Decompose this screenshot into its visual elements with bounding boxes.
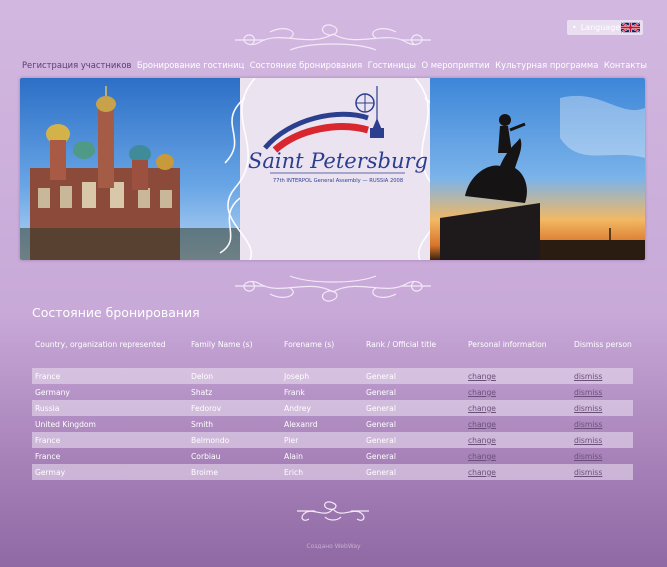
dismiss-link[interactable]: dismiss xyxy=(574,420,602,429)
dismiss-link[interactable]: dismiss xyxy=(574,468,602,477)
cell-forename: Alain xyxy=(284,451,303,461)
nav-item-cultural-program[interactable]: Культурная программа xyxy=(495,60,598,72)
cell-rank: General xyxy=(363,464,465,480)
table-header-row: Country, organization represented Family… xyxy=(32,336,633,352)
cell-dismiss: dismiss xyxy=(571,432,633,448)
cell-family-name: Smith xyxy=(191,419,214,429)
change-link[interactable]: change xyxy=(468,404,496,413)
cell-personal-info: change xyxy=(465,464,571,480)
cell-personal-info: change xyxy=(465,448,571,464)
change-link[interactable]: change xyxy=(468,452,496,461)
cell-country: Russia xyxy=(32,400,188,416)
dismiss-link[interactable]: dismiss xyxy=(574,372,602,381)
logo-title: Saint Petersburg xyxy=(248,149,428,173)
cell-family-name: Broime xyxy=(188,464,281,480)
table-row: France Delon Joseph General change dismiss xyxy=(32,368,633,384)
table-row: Germany Shatz Frank General change dismiss xyxy=(32,384,633,400)
cell-rank: General xyxy=(363,368,465,384)
change-link[interactable]: change xyxy=(468,420,496,429)
top-ornament-icon xyxy=(235,24,431,51)
nav-item-hotel-booking[interactable]: Бронирование гостиниц xyxy=(137,60,244,72)
table-row: France Corbiau Alain General change dismiss xyxy=(32,448,633,464)
booking-status-table: Country, organization represented Family… xyxy=(32,336,633,480)
cell-rank: General xyxy=(363,432,465,448)
header-dismiss: Dismiss person xyxy=(574,339,632,349)
dismiss-link[interactable]: dismiss xyxy=(574,404,602,413)
change-link[interactable]: change xyxy=(468,388,496,397)
cell-family-name: Delon xyxy=(188,368,281,384)
cell-personal-info: change xyxy=(465,384,571,400)
cell-rank: General xyxy=(366,387,396,397)
header-personal-info: Personal information xyxy=(468,339,547,349)
cell-country: United Kingdom xyxy=(35,419,96,429)
cell-personal-info: change xyxy=(465,432,571,448)
cell-country: Germany xyxy=(35,387,70,397)
cell-forename: Erich xyxy=(281,464,363,480)
cell-forename: Alexanrd xyxy=(284,419,318,429)
cell-forename: Pier xyxy=(281,432,363,448)
cell-forename: Andrey xyxy=(281,400,363,416)
table-row: United Kingdom Smith Alexanrd General change… xyxy=(32,416,633,432)
change-link[interactable]: change xyxy=(468,436,496,445)
header-rank: Rank / Official title xyxy=(366,339,436,349)
uk-flag-icon xyxy=(621,22,640,33)
cell-dismiss: dismiss xyxy=(571,384,633,400)
header-banner: Saint Petersburg 77th INTERPOL General A… xyxy=(20,78,645,260)
logo-subtitle: 77th INTERPOL General Assembly — RUSSIA … xyxy=(273,178,403,184)
cell-family-name: Fedorov xyxy=(188,400,281,416)
cell-family-name: Shatz xyxy=(191,387,213,397)
cell-country: France xyxy=(35,451,61,461)
cell-dismiss: dismiss xyxy=(571,464,633,480)
table-row: France Belmondo Pier General change dismiss xyxy=(32,432,633,448)
main-nav: Регистрация участников Бронирование гост… xyxy=(22,60,647,72)
footer-credit: Создано WebWay xyxy=(306,543,361,550)
nav-item-registration[interactable]: Регистрация участников xyxy=(22,60,131,72)
middle-ornament-icon xyxy=(235,275,431,302)
cell-dismiss: dismiss xyxy=(571,416,633,432)
cell-personal-info: change xyxy=(465,416,571,432)
cell-rank: General xyxy=(363,400,465,416)
table-row: Russia Fedorov Andrey General change dismiss xyxy=(32,400,633,416)
change-link[interactable]: change xyxy=(468,372,496,381)
cell-rank: General xyxy=(366,419,396,429)
page-title: Состояние бронирования xyxy=(32,305,200,320)
nav-item-about-event[interactable]: О мероприятии xyxy=(421,60,489,72)
nav-item-contacts[interactable]: Контакты xyxy=(604,60,647,72)
cell-dismiss: dismiss xyxy=(571,400,633,416)
cell-forename: Frank xyxy=(284,387,305,397)
header-family-name: Family Name (s) xyxy=(191,339,253,349)
cell-country: France xyxy=(32,368,188,384)
bottom-ornament-icon xyxy=(297,501,369,521)
dismiss-link[interactable]: dismiss xyxy=(574,388,602,397)
cell-dismiss: dismiss xyxy=(571,448,633,464)
dismiss-link[interactable]: dismiss xyxy=(574,436,602,445)
dismiss-link[interactable]: dismiss xyxy=(574,452,602,461)
cell-dismiss: dismiss xyxy=(571,368,633,384)
nav-item-booking-status[interactable]: Состояние бронирования xyxy=(250,60,362,72)
cell-rank: General xyxy=(366,451,396,461)
cell-personal-info: change xyxy=(465,400,571,416)
header-forename: Forename (s) xyxy=(284,339,335,349)
language-bullet: • xyxy=(572,23,577,32)
nav-item-hotels[interactable]: Гостиницы xyxy=(368,60,416,72)
header-country: Country, organization represented xyxy=(35,339,166,349)
table-row: Germay Broime Erich General change dismiss xyxy=(32,464,633,480)
language-label: Language xyxy=(580,23,621,32)
cell-country: France xyxy=(32,432,188,448)
cell-family-name: Corbiau xyxy=(191,451,221,461)
change-link[interactable]: change xyxy=(468,468,496,477)
cell-personal-info: change xyxy=(465,368,571,384)
cell-country: Germay xyxy=(32,464,188,480)
language-selector[interactable]: • Language xyxy=(567,20,643,35)
cell-forename: Joseph xyxy=(281,368,363,384)
cell-family-name: Belmondo xyxy=(188,432,281,448)
